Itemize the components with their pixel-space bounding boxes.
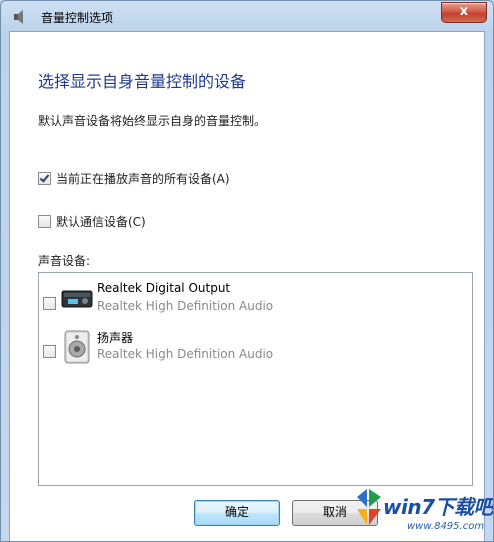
digital-output-icon (61, 290, 93, 308)
watermark-url: www.8495.com (407, 521, 485, 532)
watermark-brand: win7下载吧 (383, 495, 493, 519)
speaker-icon (64, 330, 90, 364)
option-label: 当前正在播放声音的所有设备(A) (56, 172, 230, 186)
checkbox-default-communication[interactable] (38, 215, 51, 228)
device-driver: Realtek High Definition Audio (97, 299, 274, 313)
window-title: 音量控制选项 (41, 11, 114, 25)
option-label: 默认通信设备(C) (56, 215, 146, 229)
device-driver: Realtek High Definition Audio (97, 347, 274, 361)
dialog-window: 音量控制选项 x 选择显示自身音量控制的设备 默认声音设备将始终显示自身的音量控… (0, 0, 494, 542)
checkbox-all-playing-devices[interactable] (38, 172, 51, 185)
list-item[interactable]: 扬声器 Realtek High Definition Audio (39, 327, 472, 373)
device-list[interactable]: Realtek Digital Output Realtek High Defi… (38, 272, 473, 486)
dialog-content: 选择显示自身音量控制的设备 默认声音设备将始终显示自身的音量控制。 当前正在播放… (9, 31, 485, 541)
windows-logo-icon (357, 489, 381, 525)
device-checkbox[interactable] (43, 345, 56, 358)
device-list-label: 声音设备: (38, 254, 91, 268)
title-bar[interactable]: 音量控制选项 x (1, 1, 493, 31)
close-button[interactable]: x (441, 2, 487, 23)
device-name: Realtek Digital Output (97, 281, 231, 295)
option-all-playing-devices[interactable]: 当前正在播放声音的所有设备(A) (38, 170, 230, 187)
option-default-communication[interactable]: 默认通信设备(C) (38, 213, 146, 230)
list-item[interactable]: Realtek Digital Output Realtek High Defi… (39, 279, 472, 325)
description-text: 默认声音设备将始终显示自身的音量控制。 (38, 114, 267, 128)
watermark: win7下载吧 www.8495.com (353, 485, 493, 541)
page-title: 选择显示自身音量控制的设备 (38, 72, 247, 91)
ok-button[interactable]: 确定 (194, 500, 280, 526)
device-name: 扬声器 (97, 331, 134, 345)
device-checkbox[interactable] (43, 297, 56, 310)
volume-icon (14, 10, 23, 24)
